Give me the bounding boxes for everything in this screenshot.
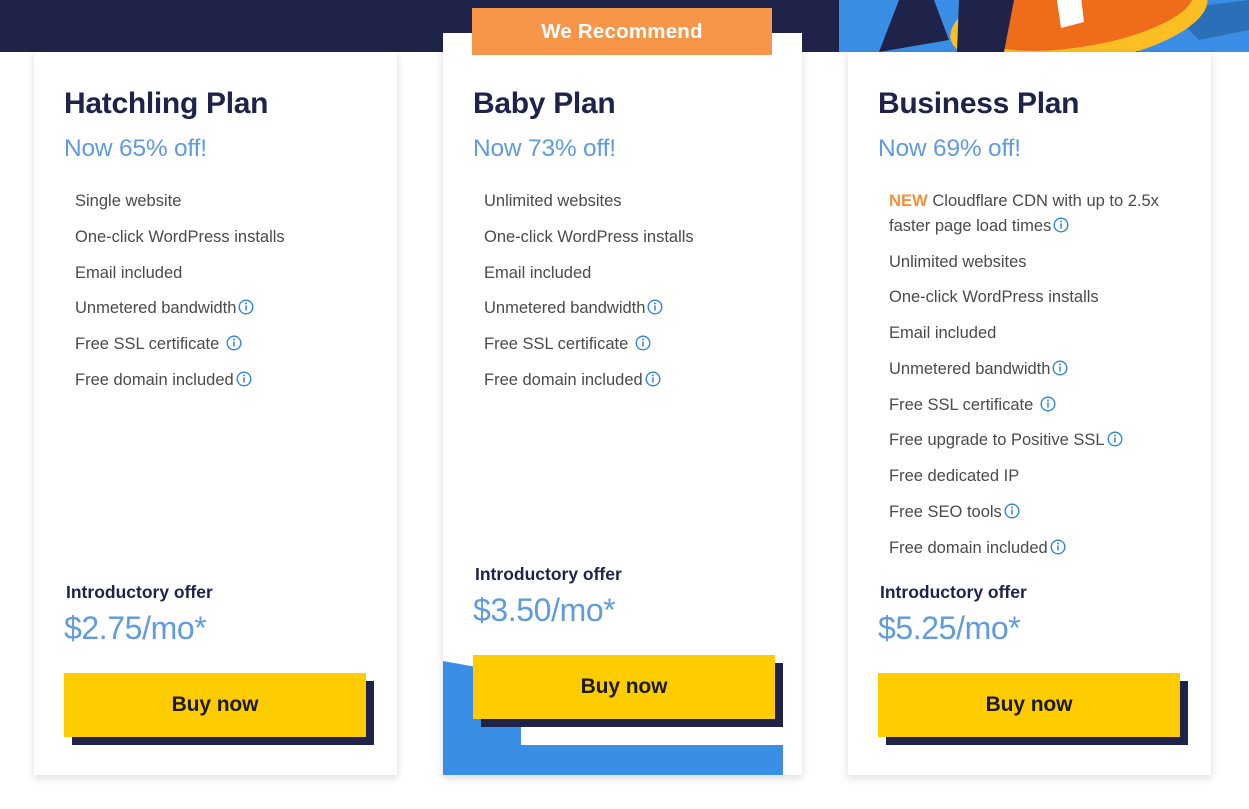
feature-item: NEW Cloudflare CDN with up to 2.5x faste… (878, 189, 1181, 239)
feature-label: Free upgrade to Positive SSL (889, 431, 1105, 450)
buy-now-wrapper: Buy now (473, 655, 783, 727)
feature-item: Unlimited websites (878, 250, 1181, 275)
info-icon[interactable] (635, 335, 651, 351)
feature-label: Unlimited websites (889, 252, 1027, 271)
pricing-card-hatchling-plan: Hatchling Plan Now 65% off! Single website… (34, 52, 397, 775)
plan-title: Business Plan (878, 87, 1080, 120)
price-amount: $3.50/mo* (473, 592, 616, 628)
feature-item: Free SSL certificate (473, 332, 772, 357)
feature-item: One-click WordPress installs (473, 225, 772, 250)
feature-label: Unmetered bandwidth (889, 359, 1051, 378)
introductory-offer-label: Introductory offer (475, 564, 622, 584)
feature-item: Free domain included (473, 368, 772, 393)
feature-label: Free dedicated IP (889, 467, 1020, 485)
price-block: Introductory offer $2.75/mo* (64, 582, 213, 647)
feature-item: Single website (64, 189, 367, 214)
feature-item: Free domain included (878, 536, 1181, 561)
feature-label: Single website (75, 192, 182, 210)
feature-list: NEW Cloudflare CDN with up to 2.5x faste… (878, 189, 1181, 560)
introductory-offer-label: Introductory offer (66, 582, 213, 602)
info-icon[interactable] (1004, 503, 1020, 519)
feature-item: Unlimited websites (473, 189, 772, 214)
plan-title: Hatchling Plan (64, 87, 269, 120)
info-icon[interactable] (226, 335, 242, 351)
feature-item: One-click WordPress installs (64, 225, 367, 250)
feature-item: Unmetered bandwidth (64, 296, 367, 321)
info-icon[interactable] (645, 371, 661, 387)
feature-item: Email included (473, 261, 772, 286)
info-icon[interactable] (236, 371, 252, 387)
recommend-banner-label: We Recommend (541, 19, 703, 43)
feature-label: Free domain included (889, 538, 1048, 557)
feature-item: Free SSL certificate (878, 393, 1181, 418)
feature-list: Single website One-click WordPress instal… (64, 189, 367, 393)
feature-label: Unmetered bandwidth (484, 299, 646, 318)
price-amount: $5.25/mo* (878, 610, 1021, 646)
buy-now-wrapper: Buy now (878, 673, 1188, 745)
feature-item: Free SEO tools (878, 500, 1181, 525)
feature-label: Email included (75, 263, 183, 282)
buy-now-wrapper: Buy now (64, 673, 374, 745)
feature-item: One-click WordPress installs (878, 285, 1181, 310)
feature-label: One-click WordPress installs (484, 227, 694, 246)
feature-label: Email included (889, 324, 997, 342)
info-icon[interactable] (1052, 360, 1068, 376)
info-icon[interactable] (647, 299, 663, 315)
feature-item: Unmetered bandwidth (473, 296, 772, 321)
feature-label: One-click WordPress installs (889, 288, 1099, 307)
feature-label: Free domain included (484, 370, 643, 389)
info-icon[interactable] (238, 299, 254, 315)
price-block: Introductory offer $5.25/mo* (878, 582, 1027, 647)
feature-label: Free SSL certificate (484, 335, 633, 353)
info-icon[interactable] (1107, 431, 1123, 447)
feature-item: Email included (64, 261, 367, 286)
feature-label: Cloudflare CDN with up to 2.5x faster pa… (889, 192, 1159, 235)
cartoon-hero-illustration (839, 0, 1249, 52)
price-amount: $2.75/mo* (64, 610, 207, 646)
feature-label: Unmetered bandwidth (75, 299, 237, 318)
feature-new-badge: NEW (889, 192, 928, 210)
feature-label: Free SEO tools (889, 502, 1002, 521)
buy-now-button[interactable]: Buy now (64, 673, 366, 737)
feature-label: Unlimited websites (484, 192, 622, 210)
info-icon[interactable] (1053, 217, 1069, 233)
feature-list: Unlimited websites One-click WordPress in… (473, 189, 772, 393)
feature-label: One-click WordPress installs (75, 227, 285, 246)
introductory-offer-label: Introductory offer (880, 582, 1027, 602)
feature-label: Email included (484, 263, 592, 282)
feature-item: Free upgrade to Positive SSL (878, 428, 1181, 453)
feature-label: Free domain included (75, 370, 234, 389)
plan-discount: Now 65% off! (64, 135, 207, 162)
feature-item: Email included (878, 321, 1181, 346)
price-block: Introductory offer $3.50/mo* (473, 564, 622, 629)
feature-label: Free SSL certificate (75, 335, 224, 353)
buy-now-button[interactable]: Buy now (473, 655, 775, 719)
recommend-banner: We Recommend (472, 8, 772, 55)
buy-now-button[interactable]: Buy now (878, 673, 1180, 737)
info-icon[interactable] (1040, 395, 1056, 412)
info-icon[interactable] (1050, 538, 1066, 555)
feature-label: Free SSL certificate (889, 395, 1038, 414)
feature-item: Free domain included (64, 368, 367, 393)
plan-discount: Now 73% off! (473, 135, 616, 162)
feature-item: Free dedicated IP (878, 464, 1181, 489)
feature-item: Unmetered bandwidth (878, 357, 1181, 382)
feature-item: Free SSL certificate (64, 332, 367, 357)
plan-discount: Now 69% off! (878, 135, 1021, 162)
pricing-card-baby-plan: Baby Plan Now 73% off! Unlimited websites O… (443, 33, 802, 775)
pricing-card-business-plan: Business Plan Now 69% off! NEW Cloudflare … (848, 52, 1211, 775)
